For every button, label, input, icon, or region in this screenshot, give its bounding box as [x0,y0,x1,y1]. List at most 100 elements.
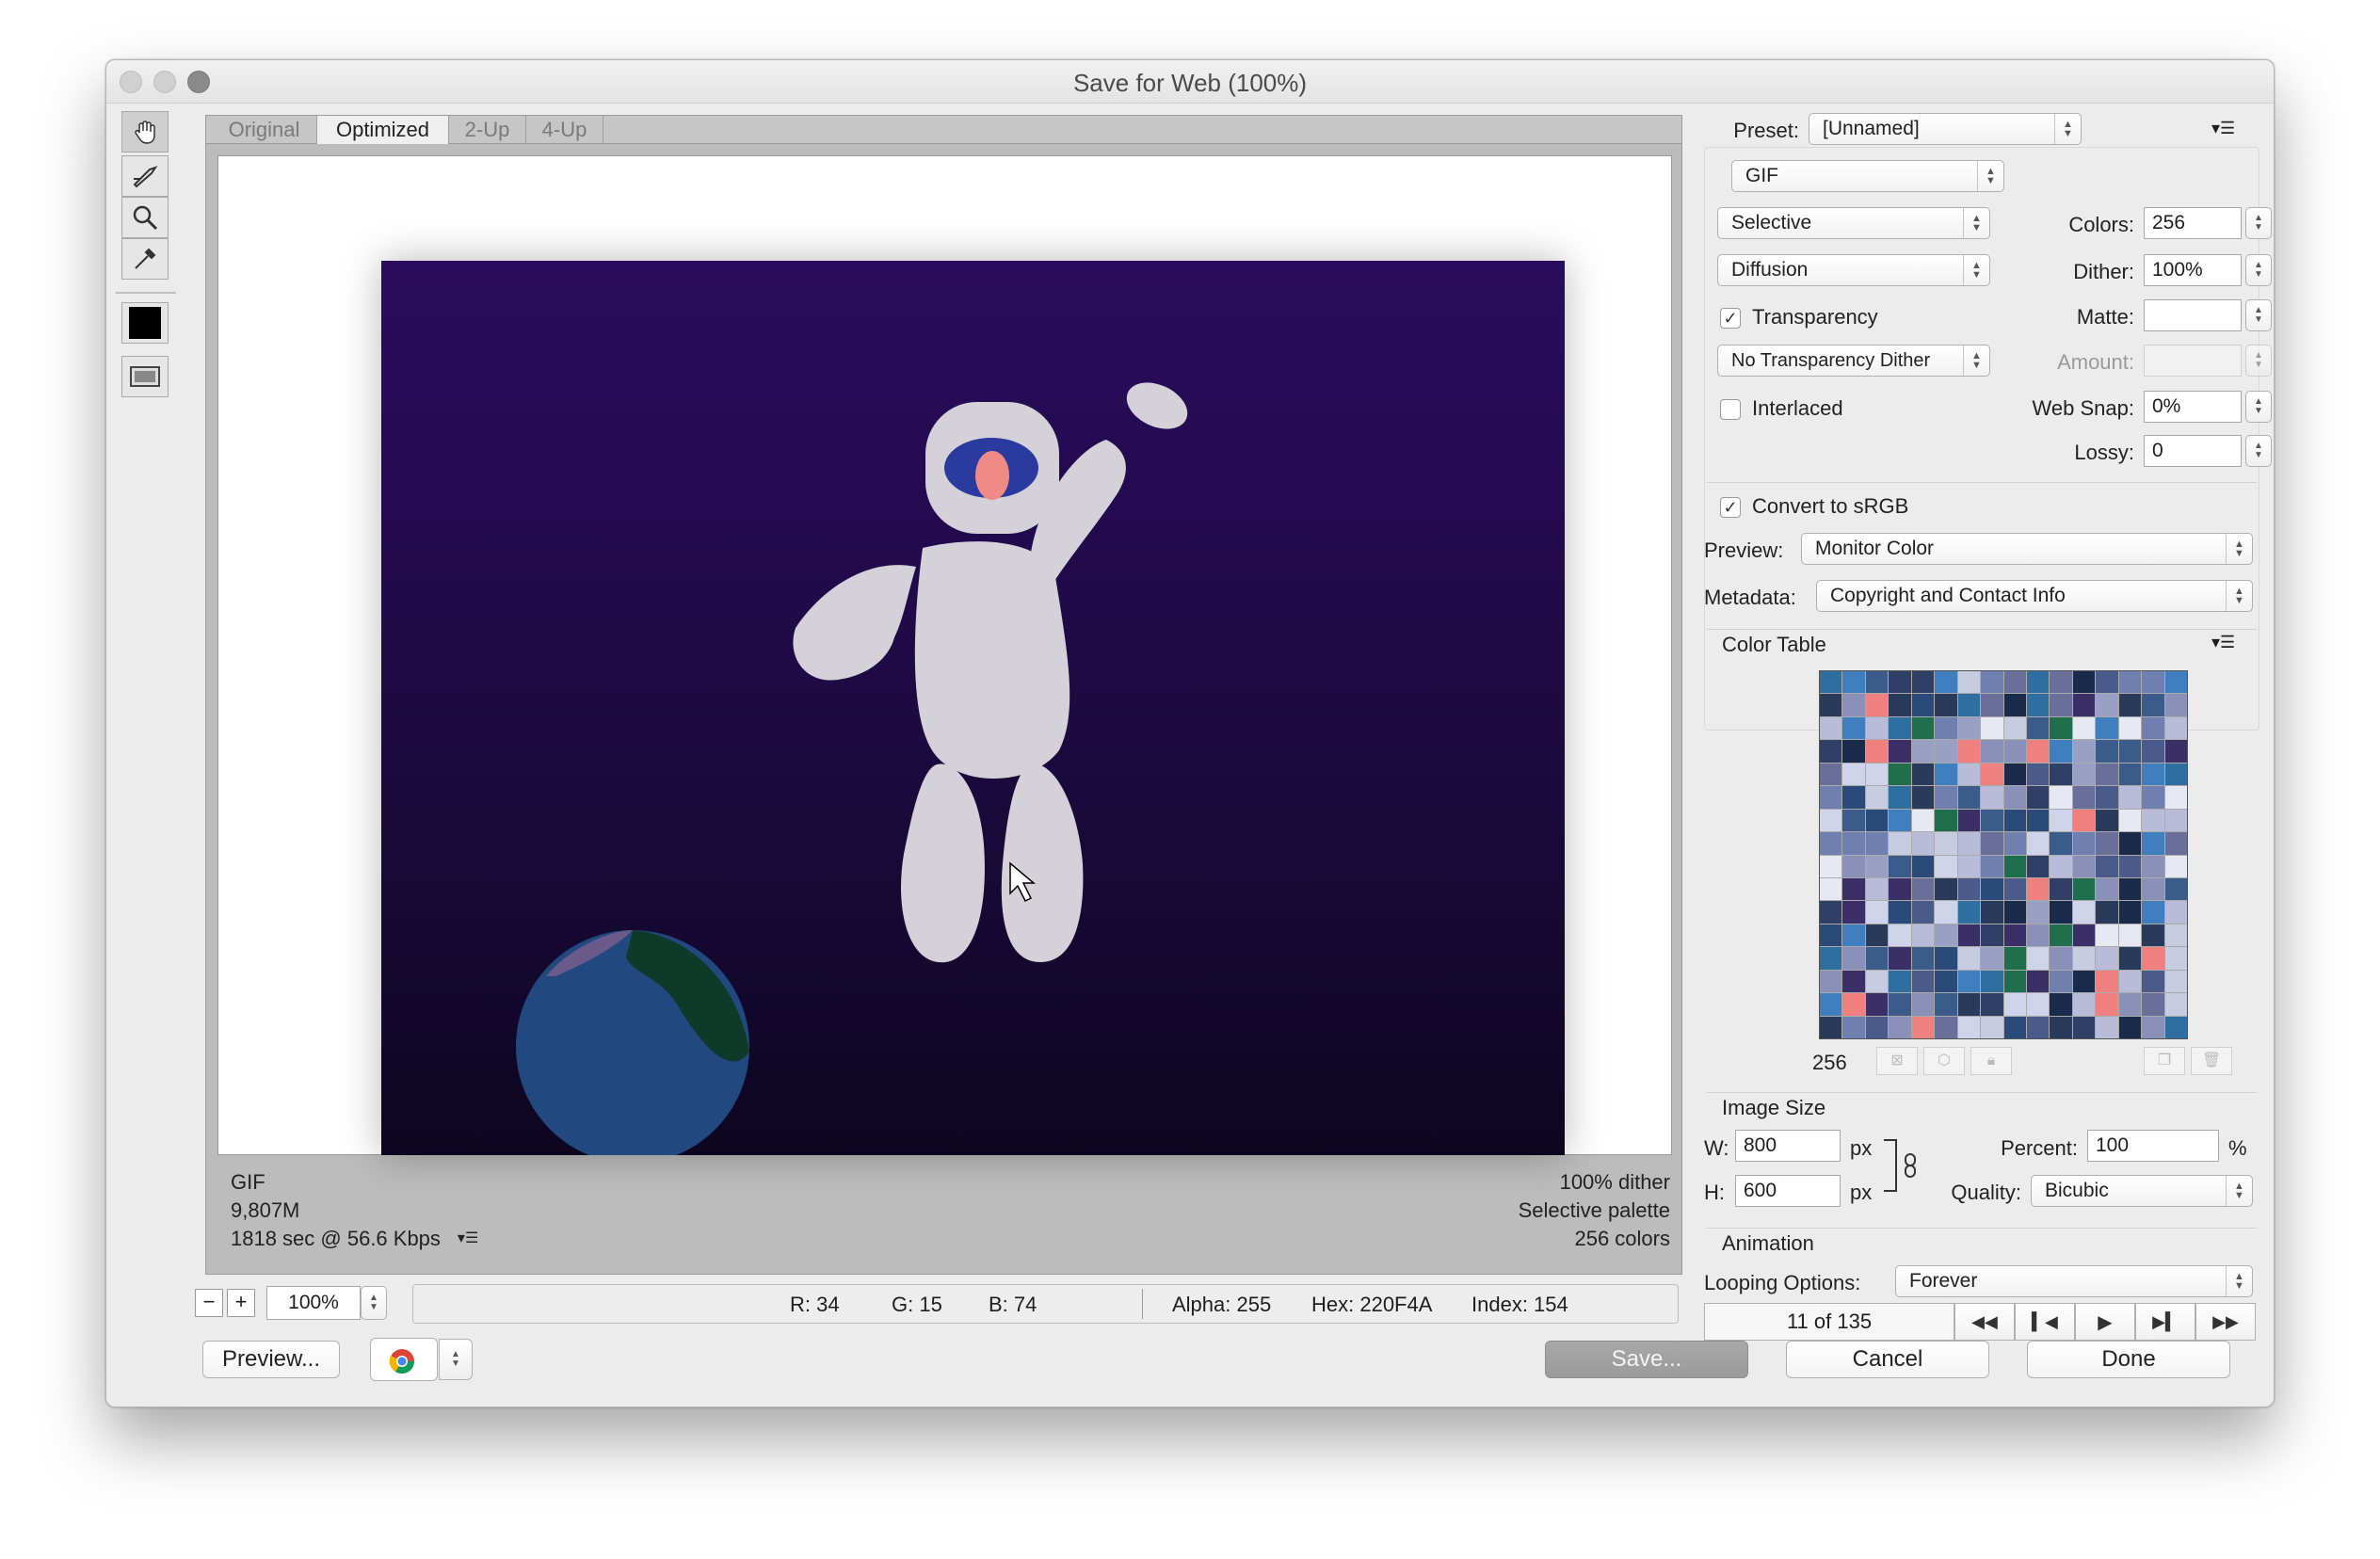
color-swatch[interactable] [1957,924,1981,947]
color-swatch[interactable] [1889,716,1911,740]
color-swatch[interactable] [1935,947,1957,970]
color-swatch[interactable] [2164,809,2187,832]
color-swatch[interactable] [1842,763,1865,786]
color-swatch[interactable] [2118,901,2142,924]
save-button[interactable]: Save... [1545,1341,1748,1378]
color-swatch[interactable] [2072,855,2096,877]
color-swatch[interactable] [1865,970,1889,993]
color-table-grid[interactable] [1819,670,2188,1039]
color-swatch[interactable] [1842,740,1865,763]
color-swatch[interactable] [1957,694,1981,716]
color-swatch[interactable] [2026,924,2050,947]
color-swatch[interactable] [2026,855,2050,877]
color-swatch[interactable] [2003,740,2026,763]
color-swatch[interactable] [2142,740,2164,763]
color-swatch[interactable] [2050,877,2072,901]
color-swatch[interactable] [2072,970,2096,993]
color-swatch[interactable] [1820,694,1842,716]
quality-select[interactable]: Bicubic ▲ ▼ [2031,1175,2253,1207]
browser-select-arrows[interactable]: ▲ ▼ [439,1339,473,1380]
color-swatch[interactable] [1889,993,1911,1016]
color-swatch[interactable] [2050,809,2072,832]
color-swatch[interactable] [1957,671,1981,694]
color-swatch[interactable] [2164,901,2187,924]
color-swatch[interactable] [2003,924,2026,947]
color-swatch[interactable] [2118,855,2142,877]
color-swatch[interactable] [2072,671,2096,694]
color-swatch[interactable] [2050,786,2072,809]
color-swatch[interactable] [1820,970,1842,993]
color-swatch[interactable] [1957,901,1981,924]
color-swatch[interactable] [1935,809,1957,832]
color-swatch[interactable] [2096,832,2118,855]
color-swatch[interactable] [1935,832,1957,855]
play-button[interactable]: ▶ [2075,1303,2135,1341]
color-swatch[interactable] [2050,901,2072,924]
web-shift-icon[interactable]: ⬡ [1923,1047,1965,1075]
color-swatch[interactable] [1981,786,2003,809]
color-swatch[interactable] [1911,924,1935,947]
color-swatch[interactable] [2026,809,2050,832]
color-swatch[interactable] [1842,832,1865,855]
amount-stepper[interactable]: ▲ ▼ [2245,345,2272,377]
color-swatch[interactable] [2050,716,2072,740]
color-swatch[interactable] [1957,970,1981,993]
color-swatch[interactable] [1842,993,1865,1016]
color-swatch[interactable] [1911,786,1935,809]
color-swatch[interactable] [2142,877,2164,901]
color-swatch[interactable] [1865,786,1889,809]
color-swatch[interactable] [2026,740,2050,763]
color-swatch[interactable] [1820,716,1842,740]
color-swatch[interactable] [2026,671,2050,694]
color-swatch[interactable] [2142,832,2164,855]
colors-stepper[interactable]: ▲ ▼ [2245,207,2272,239]
color-swatch[interactable] [1820,855,1842,877]
color-swatch[interactable] [1889,970,1911,993]
lossy-stepper[interactable]: ▲ ▼ [2245,435,2272,467]
zoom-out-button[interactable]: − [195,1289,223,1317]
color-swatch[interactable] [1865,832,1889,855]
color-swatch[interactable] [2142,901,2164,924]
color-swatch[interactable] [1957,947,1981,970]
color-swatch[interactable] [1865,901,1889,924]
dither-stepper[interactable]: ▲ ▼ [2245,254,2272,286]
color-swatch[interactable] [1842,855,1865,877]
tab-4up[interactable]: 4-Up [526,116,603,144]
color-swatch[interactable] [1842,671,1865,694]
color-swatch[interactable] [2072,877,2096,901]
color-swatch[interactable] [2072,716,2096,740]
color-swatch[interactable] [2026,993,2050,1016]
color-swatch[interactable] [1842,947,1865,970]
color-swatch[interactable] [2072,832,2096,855]
color-swatch[interactable] [1981,694,2003,716]
tab-optimized[interactable]: Optimized [317,116,449,144]
color-swatch[interactable] [2003,763,2026,786]
color-swatch[interactable] [2072,924,2096,947]
color-swatch[interactable] [1911,740,1935,763]
color-swatch[interactable] [1935,1016,1957,1038]
color-swatch[interactable] [1865,947,1889,970]
color-swatch[interactable] [2050,671,2072,694]
web-snap-field[interactable]: 0% [2144,391,2242,423]
color-swatch[interactable] [1957,763,1981,786]
zoom-tool[interactable] [121,197,169,238]
web-snap-stepper[interactable]: ▲ ▼ [2245,391,2272,423]
looping-select[interactable]: Forever ▲ ▼ [1895,1265,2253,1297]
color-swatch[interactable] [1820,877,1842,901]
color-swatch[interactable] [1981,901,2003,924]
zoom-stepper[interactable]: ▲ ▼ [361,1286,387,1320]
color-swatch[interactable] [2050,832,2072,855]
color-swatch[interactable] [2096,855,2118,877]
color-swatch[interactable] [1935,694,1957,716]
color-swatch[interactable] [1981,763,2003,786]
color-swatch[interactable] [2096,763,2118,786]
color-swatch[interactable] [2026,970,2050,993]
color-swatch[interactable] [1865,694,1889,716]
color-swatch[interactable] [2142,970,2164,993]
color-swatch[interactable] [2164,671,2187,694]
dither-field[interactable]: 100% [2144,254,2242,286]
color-swatch[interactable] [1842,694,1865,716]
zoom-level-field[interactable]: 100% [266,1286,361,1320]
color-swatch[interactable] [2164,877,2187,901]
color-swatch[interactable] [1935,924,1957,947]
